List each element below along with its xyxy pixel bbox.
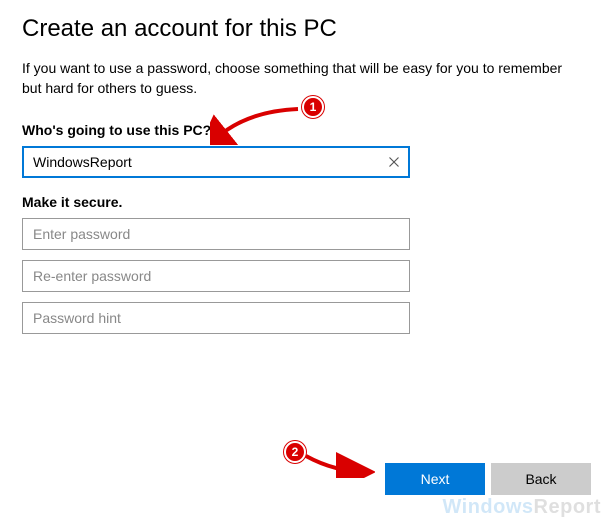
page-title: Create an account for this PC xyxy=(22,15,591,43)
annotation-badge-1: 1 xyxy=(302,96,324,118)
password-hint-field-wrap xyxy=(22,302,410,334)
secure-section-label: Make it secure. xyxy=(22,194,591,210)
watermark: WindowsReport xyxy=(442,496,601,519)
password-field-wrap xyxy=(22,218,410,250)
annotation-badge-2: 2 xyxy=(284,441,306,463)
clear-icon[interactable] xyxy=(386,154,402,170)
password-confirm-input[interactable] xyxy=(22,260,410,292)
annotation-arrow-2 xyxy=(300,448,375,478)
watermark-part1: Windows xyxy=(442,496,533,518)
username-input[interactable] xyxy=(22,146,410,178)
password-confirm-field-wrap xyxy=(22,260,410,292)
back-button[interactable]: Back xyxy=(491,463,591,495)
page-description: If you want to use a password, choose so… xyxy=(22,59,582,98)
next-button[interactable]: Next xyxy=(385,463,485,495)
username-field-wrap xyxy=(22,146,410,178)
footer-buttons: Next Back xyxy=(385,463,591,495)
password-input[interactable] xyxy=(22,218,410,250)
password-hint-input[interactable] xyxy=(22,302,410,334)
username-section-label: Who's going to use this PC? xyxy=(22,122,591,138)
watermark-part2: Report xyxy=(534,496,601,518)
